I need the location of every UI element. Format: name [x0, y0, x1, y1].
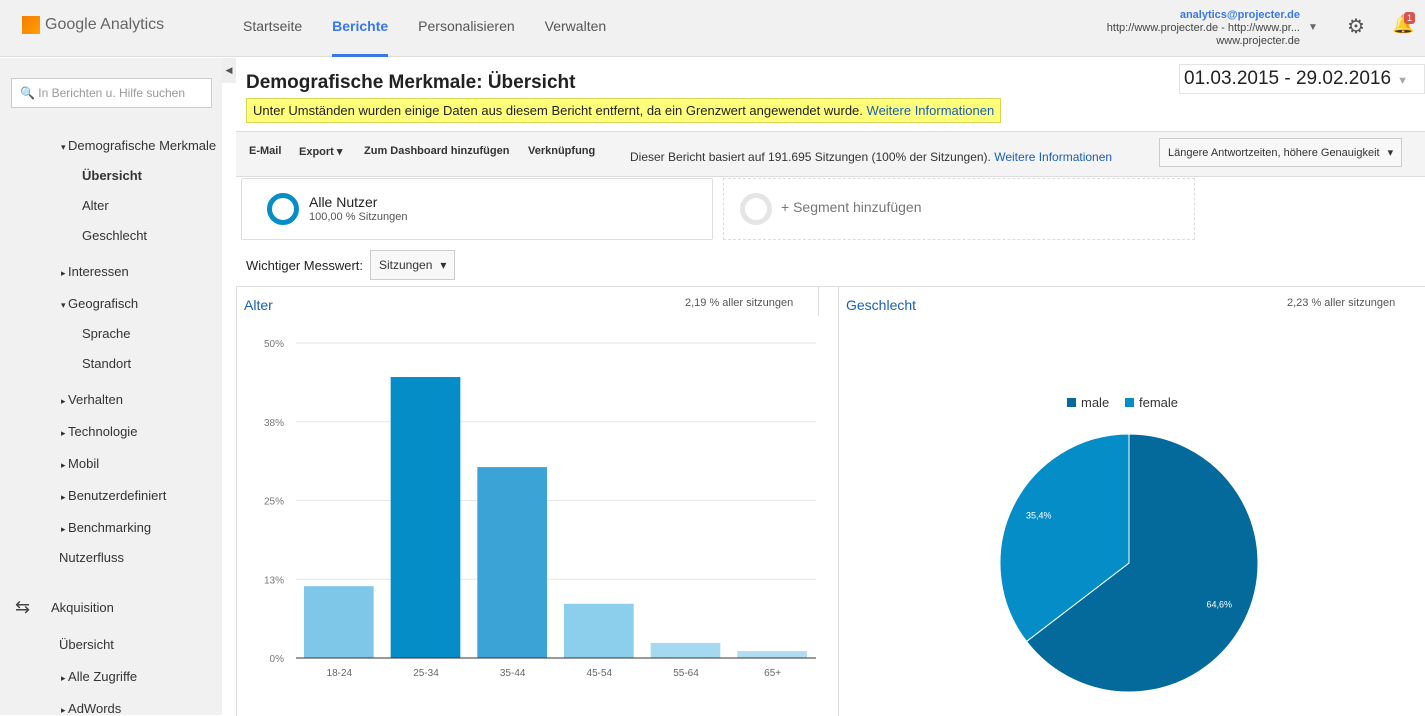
gender-panel-note: 2,23 % aller sitzungen — [1287, 297, 1396, 309]
gender-panel-title[interactable]: Geschlecht — [846, 297, 916, 313]
main-nav: Startseite Berichte Personalisieren Verw… — [243, 0, 606, 57]
caret-right-icon: ▸ — [61, 268, 69, 278]
sidebar-item[interactable]: ▾ Geografisch — [61, 296, 138, 311]
caret-right-icon: ▸ — [61, 673, 69, 683]
legend-swatch — [1067, 398, 1076, 407]
threshold-warning: Unter Umständen wurden einige Daten aus … — [246, 98, 1002, 123]
nav-startseite[interactable]: Startseite — [243, 0, 302, 57]
sidebar-item[interactable]: ▸ Alle Zugriffe — [61, 669, 137, 684]
search-input[interactable]: 🔍 In Berichten u. Hilfe suchen — [11, 78, 212, 108]
nav-berichte[interactable]: Berichte — [332, 0, 389, 57]
caret-down-icon: ▾ — [61, 300, 69, 310]
x-tick-label: 45-54 — [587, 668, 613, 679]
bar-35-44 — [477, 467, 547, 658]
top-bar: Google Analytics Startseite Berichte Per… — [0, 0, 1425, 57]
segment-ring-icon — [267, 193, 299, 225]
nav-personalisieren[interactable]: Personalisieren — [418, 0, 515, 57]
caret-right-icon: ▸ — [61, 396, 69, 406]
shortcut-button[interactable]: Verknüpfung — [528, 145, 595, 157]
bar-18-24 — [304, 586, 374, 658]
add-to-dashboard-button[interactable]: Zum Dashboard hinzufügen — [364, 145, 509, 157]
x-tick-label: 35-44 — [500, 668, 526, 679]
legend-label: female — [1139, 395, 1178, 410]
sidebar-item[interactable]: ⇆ Akquisition — [15, 597, 114, 617]
sidebar-item[interactable]: ▾ Demografische Merkmale — [61, 138, 216, 153]
precision-select[interactable]: Längere Antwortzeiten, höhere Genauigkei… — [1159, 138, 1403, 167]
legend-swatch — [1125, 398, 1134, 407]
x-tick-label: 18-24 — [327, 668, 353, 679]
account-selector[interactable]: analytics@projecter.de http://www.projec… — [1107, 9, 1300, 48]
sidebar-item[interactable]: ▸ Mobil — [61, 456, 99, 471]
main-content: Demografische Merkmale: Übersicht Unter … — [236, 58, 1425, 716]
slice-label: 64,6% — [1206, 600, 1232, 610]
slice-label: 35,4% — [1026, 510, 1052, 520]
bar-65+ — [737, 651, 807, 658]
nav-verwalten[interactable]: Verwalten — [545, 0, 606, 57]
x-tick-label: 55-64 — [673, 668, 699, 679]
y-tick-label: 25% — [264, 497, 284, 508]
legend-label: male — [1081, 395, 1109, 410]
x-tick-label: 25-34 — [413, 668, 439, 679]
chevron-down-icon[interactable]: ▼ — [1308, 22, 1318, 33]
age-panel-note: 2,19 % aller sitzungen — [685, 297, 794, 309]
sidebar-item[interactable]: Nutzerfluss — [59, 550, 124, 565]
gender-pie-chart: 64,6% male 35,4% female — [999, 395, 1259, 693]
export-button[interactable]: Export ▾ — [299, 145, 342, 158]
bar-55-64 — [650, 642, 721, 658]
sidebar-item[interactable]: ▸ Benutzerdefiniert — [61, 488, 166, 503]
more-info-link[interactable]: Weitere Informationen — [994, 150, 1112, 164]
sidebar-item[interactable]: Standort — [82, 356, 131, 371]
sidebar-item[interactable]: ▸ Technologie — [61, 424, 137, 439]
collapse-sidebar-button[interactable]: ◀ — [222, 58, 236, 83]
report-toolbar: E-Mail Export ▾ Zum Dashboard hinzufügen… — [236, 131, 1425, 177]
y-tick-label: 50% — [264, 339, 284, 350]
sidebar-item[interactable]: Übersicht — [59, 637, 114, 652]
y-tick-label: 0% — [270, 654, 285, 665]
page-title: Demografische Merkmale: Übersicht — [246, 72, 576, 93]
caret-right-icon: ▸ — [61, 524, 69, 534]
sidebar-item[interactable]: Alter — [82, 198, 109, 213]
metric-select[interactable]: Sitzungen ▾ — [370, 250, 456, 280]
chevron-down-icon: ▼ — [1397, 75, 1408, 87]
sidebar-item[interactable]: Übersicht — [82, 168, 142, 183]
sidebar: 🔍 In Berichten u. Hilfe suchen ▾ Demogra… — [0, 58, 222, 716]
chevron-down-icon: ▾ — [1387, 147, 1394, 159]
x-tick-label: 65+ — [764, 668, 781, 679]
bar-45-54 — [564, 603, 634, 658]
notification-badge: 1 — [1404, 12, 1416, 24]
date-range-picker[interactable]: 01.03.2015 - 29.02.2016 ▼ — [1179, 64, 1425, 94]
y-tick-label: 13% — [264, 575, 284, 586]
acquisition-icon: ⇆ — [15, 597, 31, 617]
caret-right-icon: ▸ — [61, 428, 69, 438]
chevron-down-icon: ▾ — [440, 258, 447, 272]
analytics-logo-icon — [22, 16, 40, 34]
age-bar-chart: 0% 13% 25% 38% 50% 18-24 25-34 35-44 45-54 55-64 6… — [264, 339, 816, 679]
sidebar-item[interactable]: ▸ Benchmarking — [61, 520, 151, 535]
caret-down-icon: ▾ — [61, 142, 69, 152]
age-panel-title[interactable]: Alter — [244, 297, 273, 313]
email-button[interactable]: E-Mail — [249, 145, 281, 157]
caret-right-icon: ▸ — [61, 460, 69, 470]
logo[interactable]: Google Analytics — [22, 16, 164, 34]
sidebar-item[interactable]: Geschlecht — [82, 228, 147, 243]
bar-25-34 — [390, 377, 461, 658]
sidebar-item[interactable]: ▸ Interessen — [61, 264, 129, 279]
segment-all-users[interactable]: Alle Nutzer 100,00 % Sitzungen — [241, 178, 713, 240]
sidebar-item[interactable]: ▸ Verhalten — [61, 392, 123, 407]
add-segment-button[interactable]: + Segment hinzufügen — [723, 178, 1195, 240]
gear-icon[interactable]: ⚙ — [1347, 14, 1365, 39]
caret-right-icon: ▸ — [61, 492, 69, 502]
caret-right-icon: ▸ — [61, 705, 69, 715]
sidebar-item[interactable]: ▸ AdWords — [61, 701, 121, 716]
empty-segment-ring-icon — [740, 193, 772, 225]
y-tick-label: 38% — [264, 418, 284, 429]
sampling-info: Dieser Bericht basiert auf 191.695 Sitzu… — [630, 150, 1113, 164]
more-info-link[interactable]: Weitere Informationen — [867, 103, 995, 118]
sidebar-item[interactable]: Sprache — [82, 326, 130, 341]
